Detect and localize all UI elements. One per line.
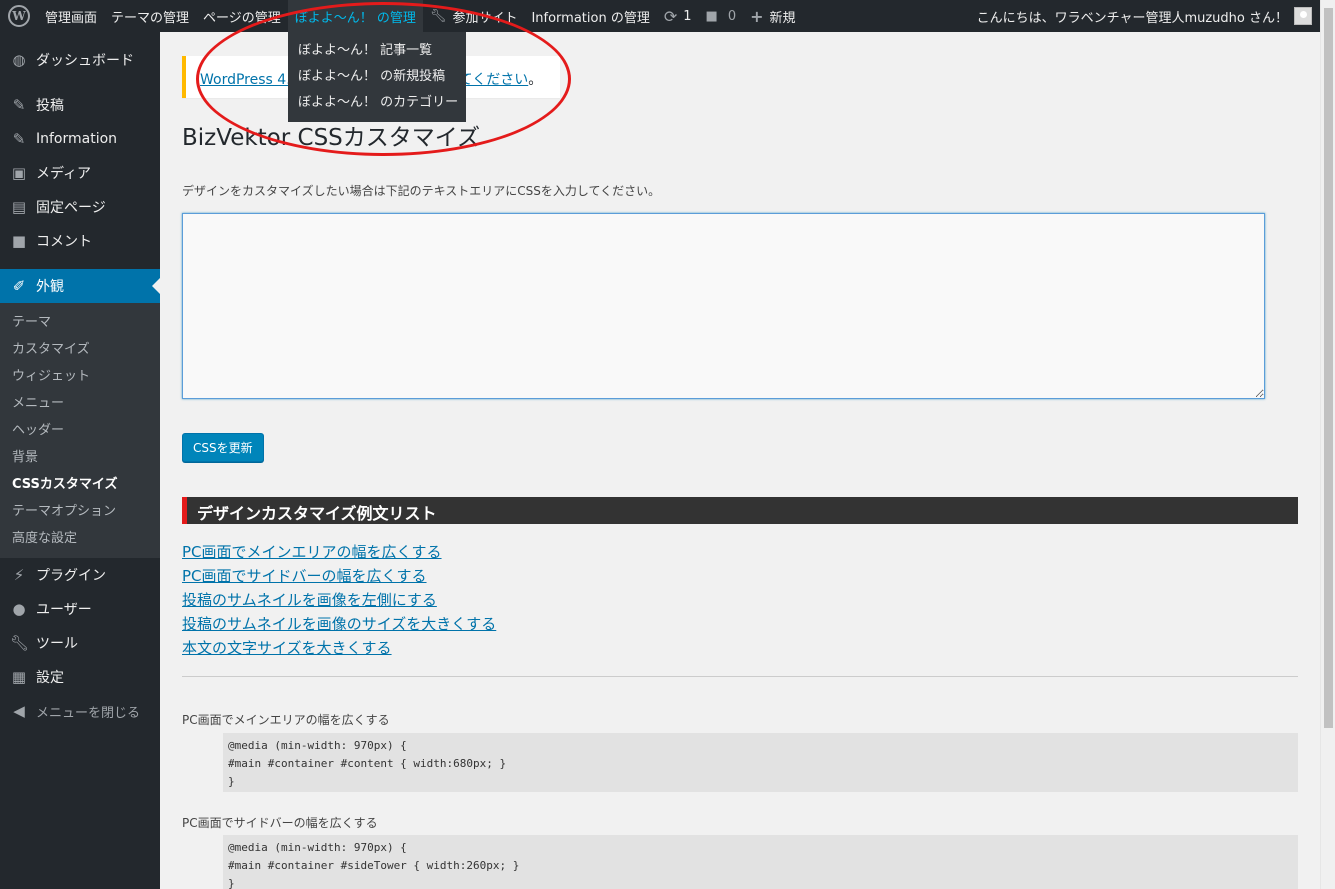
example-link-sidebar-width[interactable]: PC画面でサイドバーの幅を広くする	[182, 564, 496, 588]
example-link-thumbnail-size[interactable]: 投稿のサムネイルを画像のサイズを大きくする	[182, 612, 496, 636]
dropdown-item-categories[interactable]: ぼよよ〜ん！ のカテゴリー	[288, 90, 466, 116]
sidebar-item-plugins[interactable]: ⚡︎ プラグイン	[0, 558, 160, 592]
page-scrollbar[interactable]	[1320, 0, 1335, 889]
comment-icon: ■	[705, 8, 718, 24]
section-title: デザインカスタマイズ例文リスト	[182, 497, 1298, 524]
dashboard-icon: ◍	[12, 51, 26, 69]
update-notice-suffix: 。	[528, 72, 543, 88]
plus-icon: +	[750, 6, 764, 26]
adminbar-dashboard-link[interactable]: 管理画面	[38, 0, 104, 32]
sidebar-item-label: ユーザー	[36, 602, 92, 618]
example-code-block: @media (min-width: 970px) { #main #conta…	[223, 835, 1298, 889]
sidebar-item-settings[interactable]: ▦ 設定	[0, 660, 160, 694]
sidebar-item-label: 設定	[36, 670, 64, 686]
example-label: PC画面でメインエリアの幅を広くする	[182, 713, 390, 727]
sidebar-item-posts[interactable]: ✎ 投稿	[0, 88, 160, 122]
submenu-theme-options[interactable]: テーマオプション	[0, 498, 160, 525]
collapse-menu-button[interactable]: ◀ メニューを閉じる	[0, 694, 160, 728]
sidebar-item-label: 外観	[36, 279, 64, 295]
adminbar-page-manage[interactable]: ページの管理	[196, 0, 288, 32]
example-link-main-width[interactable]: PC画面でメインエリアの幅を広くする	[182, 540, 496, 564]
update-notice-link-end[interactable]: てください	[459, 72, 529, 88]
example-link-font-size[interactable]: 本文の文字サイズを大きくする	[182, 636, 496, 660]
css-textarea[interactable]	[182, 213, 1265, 399]
sidebar-item-label: コメント	[36, 234, 92, 250]
admin-bar: W 管理画面 テーマの管理 ページの管理 ぼよよ〜ん！ の管理 🔧︎ 参加サイト…	[0, 0, 1320, 32]
adminbar-boyoyon-manage[interactable]: ぼよよ〜ん！ の管理	[287, 0, 423, 32]
submenu-header[interactable]: ヘッダー	[0, 417, 160, 444]
sidebar-item-label: プラグイン	[36, 568, 106, 584]
sidebar-item-pages[interactable]: ▤ 固定ページ	[0, 190, 160, 224]
adminbar-my-sites[interactable]: 🔧︎ 参加サイト	[423, 0, 525, 32]
wordpress-logo-icon: W	[8, 5, 30, 27]
sidebar-item-media[interactable]: ▣ メディア	[0, 156, 160, 190]
pages-icon: ▤	[11, 198, 27, 216]
collapse-arrow-icon: ◀	[13, 702, 25, 720]
submenu-themes[interactable]: テーマ	[0, 309, 160, 336]
brush-icon: ✐	[12, 277, 26, 295]
update-css-button[interactable]: CSSを更新	[182, 433, 264, 462]
admin-sidebar: ◍ ダッシュボード ✎ 投稿 ✎ Information ▣ メディア ▤ 固定…	[0, 32, 160, 889]
pin-icon: ✎	[12, 96, 26, 114]
sidebar-item-comments[interactable]: ■ コメント	[0, 224, 160, 258]
avatar	[1294, 7, 1312, 25]
user-icon: ●	[12, 600, 26, 618]
adminbar-theme-manage[interactable]: テーマの管理	[104, 0, 196, 32]
collapse-menu-label: メニューを閉じる	[36, 705, 141, 721]
example-code-block: @media (min-width: 970px) { #main #conta…	[223, 733, 1298, 792]
appearance-submenu: テーマ カスタマイズ ウィジェット メニュー ヘッダー 背景 CSSカスタマイズ…	[0, 303, 160, 558]
plugin-icon: ⚡︎	[13, 566, 25, 584]
example-link-thumbnail-left[interactable]: 投稿のサムネイルを画像を左側にする	[182, 588, 496, 612]
sidebar-item-dashboard[interactable]: ◍ ダッシュボード	[0, 43, 160, 77]
submenu-background[interactable]: 背景	[0, 444, 160, 471]
sidebar-item-tools[interactable]: 🔧︎ ツール	[0, 626, 160, 660]
divider	[182, 676, 1298, 677]
page-title: BizVektor CSSカスタマイズ	[182, 125, 481, 151]
submenu-css-customize[interactable]: CSSカスタマイズ	[0, 471, 160, 498]
updates-icon: ⟳	[663, 6, 678, 26]
adminbar-my-sites-label: 参加サイト	[452, 10, 518, 26]
sidebar-item-label: メディア	[36, 166, 92, 182]
updates-count: 1	[683, 8, 692, 24]
comments-count: 0	[727, 8, 737, 24]
submenu-widgets[interactable]: ウィジェット	[0, 363, 160, 390]
page-description: デザインをカスタマイズしたい場合は下記のテキストエリアにCSSを入力してください…	[182, 184, 661, 198]
sidebar-item-label: ツール	[36, 636, 78, 652]
update-notice-link-start[interactable]: WordPress 4.	[200, 72, 291, 88]
scrollbar-thumb[interactable]	[1324, 8, 1333, 728]
example-label: PC画面でサイドバーの幅を広くする	[182, 816, 378, 830]
sidebar-item-label: 投稿	[36, 98, 64, 114]
wordpress-logo-menu[interactable]: W	[0, 0, 38, 32]
media-icon: ▣	[11, 164, 27, 182]
sidebar-item-label: ダッシュボード	[36, 53, 134, 69]
sidebar-item-information[interactable]: ✎ Information	[0, 122, 160, 156]
new-label: 新規	[769, 10, 796, 26]
submenu-menus[interactable]: メニュー	[0, 390, 160, 417]
sidebar-item-appearance[interactable]: ✐ 外観	[0, 269, 160, 303]
boyoyon-dropdown-menu: ぼよよ〜ん！ 記事一覧 ぼよよ〜ん！ の新規投稿 ぼよよ〜ん！ のカテゴリー	[288, 32, 466, 122]
wrench-icon: 🔧︎	[429, 8, 447, 24]
wrench-icon: 🔧︎	[10, 634, 30, 652]
adminbar-information-manage[interactable]: Information の管理	[524, 0, 656, 32]
greeting-text: こんにちは、ワラベンチャー管理人muzudho さん！	[976, 10, 1288, 26]
submenu-customize[interactable]: カスタマイズ	[0, 336, 160, 363]
sidebar-item-users[interactable]: ● ユーザー	[0, 592, 160, 626]
adminbar-updates[interactable]: ⟳ 1	[657, 0, 699, 32]
submenu-advanced-settings[interactable]: 高度な設定	[0, 525, 160, 552]
dropdown-item-new-post[interactable]: ぼよよ〜ん！ の新規投稿	[288, 64, 466, 90]
dropdown-item-post-list[interactable]: ぼよよ〜ん！ 記事一覧	[288, 38, 466, 64]
pin-icon: ✎	[12, 130, 26, 148]
adminbar-account[interactable]: こんにちは、ワラベンチャー管理人muzudho さん！	[977, 7, 1320, 26]
sidebar-item-label: 固定ページ	[36, 200, 106, 216]
example-link-list: PC画面でメインエリアの幅を広くする PC画面でサイドバーの幅を広くする 投稿の…	[182, 540, 496, 660]
settings-icon: ▦	[11, 668, 27, 686]
sidebar-item-label: Information	[36, 131, 118, 147]
adminbar-new[interactable]: + 新規	[743, 0, 802, 32]
comment-icon: ■	[11, 232, 27, 250]
adminbar-comments[interactable]: ■ 0	[699, 0, 744, 32]
